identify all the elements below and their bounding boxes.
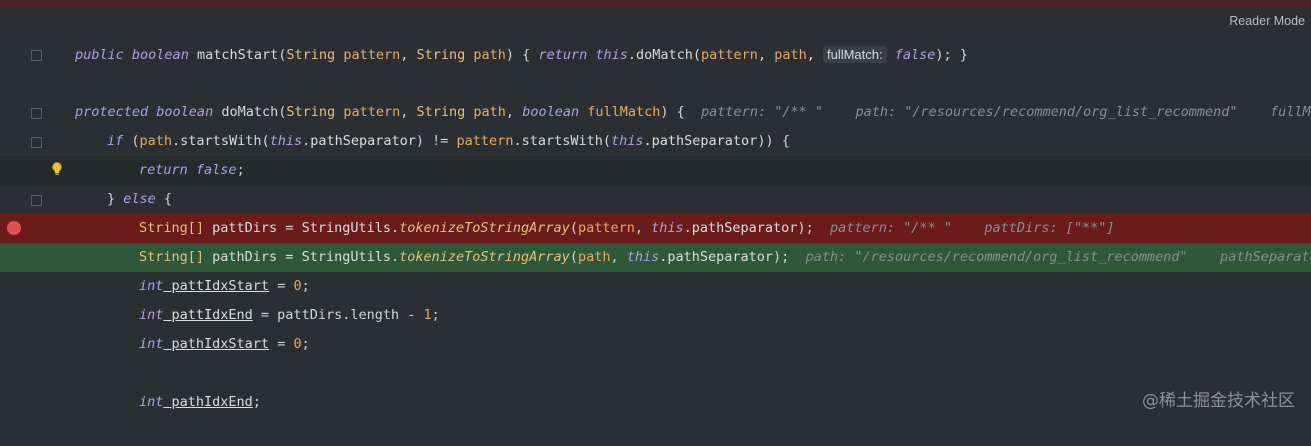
- code-text[interactable]: return false;: [139, 156, 245, 185]
- code-text[interactable]: protected boolean doMatch(String pattern…: [75, 98, 1311, 127]
- code-text[interactable]: int pathIdxStart = 0;: [139, 330, 310, 359]
- reader-mode-button[interactable]: Reader Mode: [1229, 14, 1305, 28]
- code-line-pathidxstart: int pathIdxStart = 0;: [0, 330, 1311, 359]
- code-text[interactable]: if (path.startsWith(this.pathSeparator) …: [107, 127, 790, 156]
- code-text[interactable]: int pattIdxEnd = pattDirs.length - 1;: [139, 301, 440, 330]
- code-text[interactable]: String[] pathDirs = StringUtils.tokenize…: [139, 243, 1311, 272]
- code-text[interactable]: int pathIdxEnd;: [139, 388, 261, 417]
- watermark: @稀土掘金技术社区: [1142, 391, 1295, 411]
- debug-value-hint: path: "/resources/recommend/org_list_rec…: [805, 249, 1311, 265]
- code-text[interactable]: int pattIdxStart = 0;: [139, 272, 310, 301]
- debug-value-hint: pattern: "/** " path: "/resources/recomm…: [701, 104, 1311, 120]
- code-line-matchstart: public boolean matchStart(String pattern…: [0, 40, 1311, 69]
- code-line-pathidxend: int pathIdxEnd;: [0, 388, 1311, 417]
- code-line-pattidxend: int pattIdxEnd = pattDirs.length - 1;: [0, 301, 1311, 330]
- breakpoint-icon[interactable]: [7, 221, 21, 235]
- code-line-else: } else {: [0, 185, 1311, 214]
- code-line-return-false: return false;: [0, 156, 1311, 185]
- code-line-if: if (path.startsWith(this.pathSeparator) …: [0, 127, 1311, 156]
- debug-value-hint: pattern: "/** " pattDirs: ["**"]: [829, 220, 1115, 236]
- fold-icon[interactable]: [31, 108, 42, 119]
- code-text[interactable]: } else {: [107, 185, 172, 214]
- window-top-strip: [0, 0, 1311, 8]
- code-text[interactable]: String[] pattDirs = StringUtils.tokenize…: [139, 214, 1114, 243]
- code-line-pattdirs-breakpoint: String[] pattDirs = StringUtils.tokenize…: [0, 214, 1311, 243]
- code-line-domatch: protected boolean doMatch(String pattern…: [0, 98, 1311, 127]
- lightbulb-icon[interactable]: [51, 162, 63, 176]
- code-line-pathdirs-execution: String[] pathDirs = StringUtils.tokenize…: [0, 243, 1311, 272]
- fold-icon[interactable]: [31, 50, 42, 61]
- parameter-hint: fullMatch:: [822, 46, 887, 63]
- code-text[interactable]: public boolean matchStart(String pattern…: [75, 40, 968, 70]
- fold-icon[interactable]: [31, 195, 42, 206]
- code-line-pattidxstart: int pattIdxStart = 0;: [0, 272, 1311, 301]
- fold-icon[interactable]: [31, 137, 42, 148]
